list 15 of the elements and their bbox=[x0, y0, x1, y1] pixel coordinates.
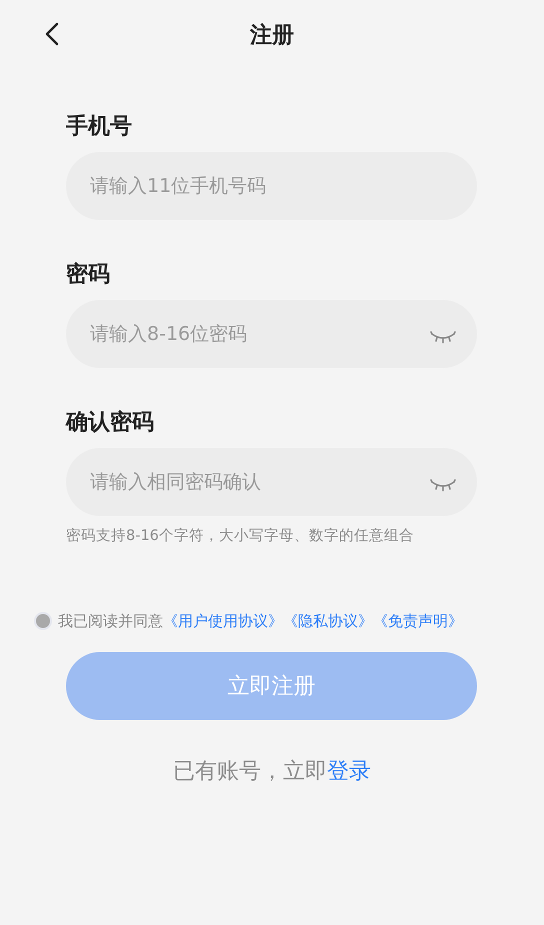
phone-field[interactable]: 请输入11位手机号码 bbox=[66, 152, 477, 220]
agreement-link[interactable]: 《免责声明》 bbox=[373, 610, 463, 632]
password-field[interactable]: 请输入相同密码确认 bbox=[66, 448, 477, 516]
agreement-link[interactable]: 《用户使用协议》 bbox=[163, 610, 283, 632]
field-label: 密码 bbox=[66, 262, 111, 288]
password-hint: 密码支持8-16个字符，大小写字母、数字的任意组合 bbox=[66, 526, 415, 546]
password-field[interactable]: 请输入8-16位密码 bbox=[66, 300, 477, 368]
login-link[interactable]: 登录 bbox=[327, 759, 371, 784]
field-label: 确认密码 bbox=[66, 410, 155, 436]
page-title: 注册 bbox=[250, 22, 294, 50]
field-label: 手机号 bbox=[66, 114, 133, 140]
agree-radio[interactable] bbox=[34, 612, 52, 630]
agreement-text: 我已阅读并同意 bbox=[58, 610, 163, 632]
agreement-link[interactable]: 《隐私协议》 bbox=[283, 610, 373, 632]
login-prompt: 已有账号，立即登录 bbox=[172, 758, 372, 786]
